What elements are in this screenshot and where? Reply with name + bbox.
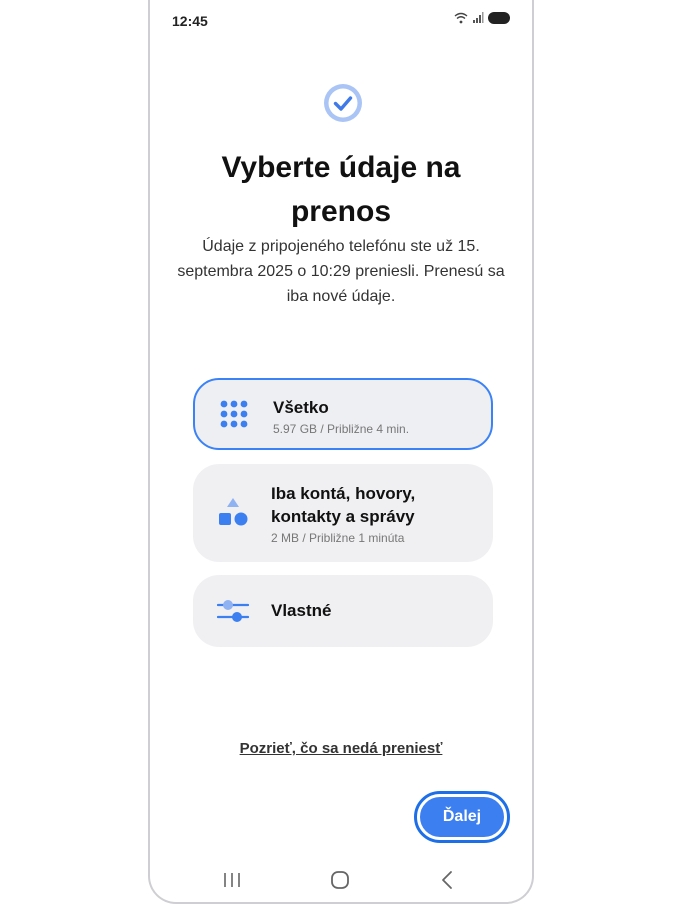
page-subtitle: Údaje z pripojeného telefónu ste už 15. … bbox=[177, 238, 505, 305]
signal-icon bbox=[473, 12, 484, 23]
option-all[interactable]: Všetko 5.97 GB / Približne 4 min. bbox=[193, 378, 493, 450]
battery-icon bbox=[488, 12, 510, 24]
option-accounts-calls-contacts-messages[interactable]: Iba kontá, hovory, kontakty a správy 2 M… bbox=[193, 464, 493, 562]
status-bar: 12:45 bbox=[150, 0, 532, 40]
phone-screen: 12:45 Vyberte údaje na prenos Údaje z pr… bbox=[148, 0, 534, 904]
next-button[interactable]: Ďalej bbox=[414, 791, 510, 843]
shapes-icon bbox=[219, 498, 248, 526]
option-custom[interactable]: Vlastné bbox=[193, 575, 493, 647]
status-icons bbox=[454, 12, 510, 24]
grid-dots-icon bbox=[220, 400, 248, 428]
back-icon[interactable] bbox=[436, 868, 460, 892]
sliders-icon bbox=[217, 600, 249, 622]
page-title: Vyberte údaje na prenos bbox=[221, 151, 461, 228]
recent-apps-icon[interactable] bbox=[220, 868, 244, 892]
home-icon[interactable] bbox=[328, 868, 352, 892]
check-circle-icon bbox=[324, 84, 362, 122]
option-subtitle: 5.97 GB / Približne 4 min. bbox=[273, 422, 410, 436]
wifi-icon bbox=[454, 12, 468, 24]
option-title: Iba kontá, hovory, kontakty a správy bbox=[271, 484, 416, 526]
option-title: Vlastné bbox=[271, 601, 332, 620]
untransferable-link[interactable]: Pozrieť, čo sa nedá preniesť bbox=[150, 740, 532, 757]
navigation-bar bbox=[150, 862, 532, 898]
option-title: Všetko bbox=[273, 398, 329, 417]
status-time: 12:45 bbox=[172, 13, 208, 29]
option-subtitle: 2 MB / Približne 1 minúta bbox=[271, 531, 405, 545]
